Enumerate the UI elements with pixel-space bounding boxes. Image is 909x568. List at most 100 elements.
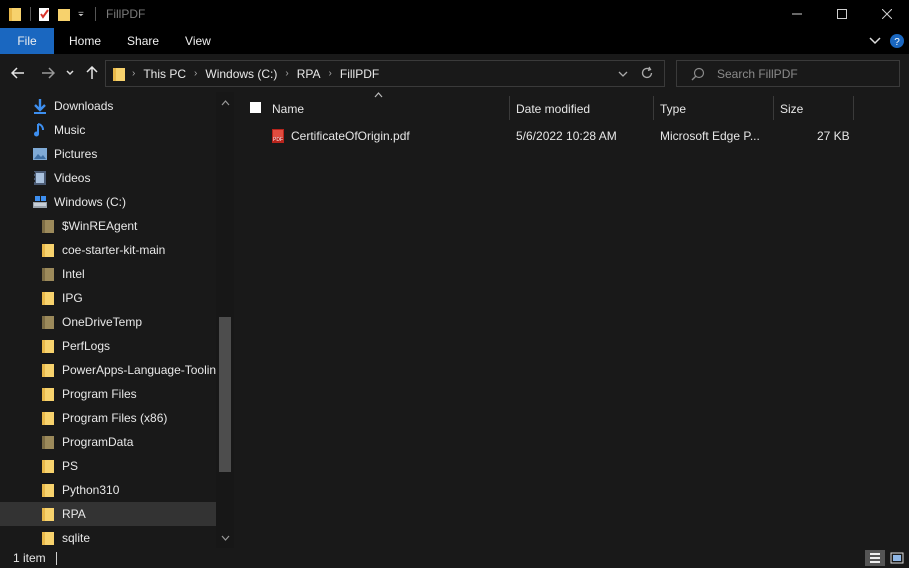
sidebar-item-label: Music xyxy=(54,123,86,137)
sidebar-item-coe-starter-kit-main[interactable]: coe-starter-kit-main xyxy=(0,238,216,262)
new-folder-icon[interactable] xyxy=(57,6,71,22)
sidebar-item-onedrivetemp[interactable]: OneDriveTemp xyxy=(0,310,216,334)
file-row[interactable]: PDF CertificateOfOrigin.pdf 5/6/2022 10:… xyxy=(236,124,909,148)
svg-text:PDF: PDF xyxy=(273,137,283,143)
sidebar-item-label: sqlite xyxy=(62,531,91,545)
sidebar-item-downloads[interactable]: Downloads xyxy=(0,94,216,118)
column-header-date-modified[interactable]: Date modified xyxy=(516,96,652,122)
sidebar-item-pictures[interactable]: Pictures xyxy=(0,142,216,166)
customize-toolbar-icon[interactable] xyxy=(77,6,87,22)
column-divider[interactable] xyxy=(853,96,854,120)
folder-icon xyxy=(40,266,56,282)
breadcrumb-this-pc[interactable]: This PC xyxy=(137,67,192,81)
sidebar-item-sqlite[interactable]: sqlite xyxy=(0,526,216,548)
svg-text:?: ? xyxy=(894,37,900,48)
sidebar-item-ps[interactable]: PS xyxy=(0,454,216,478)
close-icon xyxy=(881,9,892,19)
scroll-up-button[interactable] xyxy=(216,94,234,112)
tab-home[interactable]: Home xyxy=(54,28,114,54)
sidebar-item-label: $WinREAgent xyxy=(62,219,138,233)
chevron-right-icon[interactable]: › xyxy=(192,68,199,79)
search-box[interactable] xyxy=(676,60,900,87)
back-arrow-icon xyxy=(11,67,24,79)
column-header-type[interactable]: Type xyxy=(660,96,772,122)
sidebar-item-label: Downloads xyxy=(54,99,114,113)
details-view-button[interactable] xyxy=(865,550,885,566)
close-button[interactable] xyxy=(864,0,909,28)
window-title: FillPDF xyxy=(106,7,146,21)
forward-button[interactable] xyxy=(38,62,58,84)
status-bar: 1 item xyxy=(0,548,909,568)
folder-icon xyxy=(40,506,56,522)
tab-file[interactable]: File xyxy=(0,28,54,54)
sidebar-item-intel[interactable]: Intel xyxy=(0,262,216,286)
sidebar-item-label: Python310 xyxy=(62,483,120,497)
sidebar-item-label: Intel xyxy=(62,267,85,281)
sidebar-item-winreagent[interactable]: $WinREAgent xyxy=(0,214,216,238)
search-input[interactable] xyxy=(717,66,897,81)
videos-icon xyxy=(32,170,48,186)
breadcrumb-fillpdf[interactable]: FillPDF xyxy=(334,67,385,81)
sidebar-item-programdata[interactable]: ProgramData xyxy=(0,430,216,454)
sidebar-item-videos[interactable]: Videos xyxy=(0,166,216,190)
navigation-pane: Downloads Music Pictures Videos Windows (C:)… xyxy=(0,92,234,548)
recent-locations-button[interactable] xyxy=(62,62,78,84)
sidebar-item-windows-c[interactable]: Windows (C:) xyxy=(0,190,216,214)
help-icon[interactable]: ? xyxy=(889,33,905,49)
music-note-icon xyxy=(32,122,48,138)
refresh-button[interactable] xyxy=(640,66,654,83)
sidebar-item-python310[interactable]: Python310 xyxy=(0,478,216,502)
column-header-size[interactable]: Size xyxy=(780,96,852,122)
column-divider[interactable] xyxy=(773,96,774,120)
sidebar-item-perflogs[interactable]: PerfLogs xyxy=(0,334,216,358)
chevron-up-icon xyxy=(221,100,229,106)
expand-ribbon-icon[interactable] xyxy=(869,37,881,45)
select-all-checkbox[interactable] xyxy=(250,102,261,113)
folder-icon xyxy=(40,482,56,498)
column-divider[interactable] xyxy=(509,96,510,120)
sidebar-item-powerapps-language-tooling[interactable]: PowerApps-Language-Tooling xyxy=(0,358,216,382)
column-divider[interactable] xyxy=(653,96,654,120)
sidebar-item-label: OneDriveTemp xyxy=(62,315,143,329)
folder-icon xyxy=(40,458,56,474)
sidebar-item-label: Program Files xyxy=(62,387,137,401)
folder-icon xyxy=(40,314,56,330)
scroll-down-button[interactable] xyxy=(216,529,234,547)
sidebar-item-label: PowerApps-Language-Tooling xyxy=(62,363,216,377)
scroll-thumb[interactable] xyxy=(219,317,231,472)
sidebar-item-label: PerfLogs xyxy=(62,339,111,353)
sidebar-item-program-files-x86[interactable]: Program Files (x86) xyxy=(0,406,216,430)
minimize-button[interactable] xyxy=(774,0,819,28)
chevron-right-icon[interactable]: › xyxy=(283,68,290,79)
address-dropdown-button[interactable] xyxy=(618,67,628,81)
column-header-name[interactable]: Name xyxy=(272,96,508,122)
sidebar-item-program-files[interactable]: Program Files xyxy=(0,382,216,406)
folder-icon xyxy=(40,218,56,234)
sidebar-item-label: Videos xyxy=(54,171,91,185)
sidebar-item-music[interactable]: Music xyxy=(0,118,216,142)
file-name-cell[interactable]: PDF CertificateOfOrigin.pdf xyxy=(270,124,410,148)
tab-share[interactable]: Share xyxy=(114,28,172,54)
sidebar-item-label: Pictures xyxy=(54,147,98,161)
breadcrumb-rpa[interactable]: RPA xyxy=(291,67,327,81)
chevron-right-icon[interactable]: › xyxy=(327,68,334,79)
maximize-button[interactable] xyxy=(819,0,864,28)
large-icons-view-button[interactable] xyxy=(887,550,907,566)
sidebar-item-label: coe-starter-kit-main xyxy=(62,243,166,257)
forward-arrow-icon xyxy=(42,67,55,79)
nav-scrollbar[interactable] xyxy=(216,92,234,548)
file-date-cell: 5/6/2022 10:28 AM xyxy=(516,129,617,143)
sidebar-item-label: ProgramData xyxy=(62,435,134,449)
tab-view[interactable]: View xyxy=(172,28,224,54)
sidebar-item-rpa[interactable]: RPA xyxy=(0,502,216,526)
ribbon-controls: ? xyxy=(869,28,905,54)
breadcrumb-windows-c[interactable]: Windows (C:) xyxy=(199,67,283,81)
properties-icon[interactable] xyxy=(37,6,51,22)
back-button[interactable] xyxy=(8,62,28,84)
pdf-file-icon: PDF xyxy=(272,129,284,143)
up-button[interactable] xyxy=(82,62,102,84)
chevron-right-icon[interactable]: › xyxy=(130,68,137,79)
address-bar[interactable]: › This PC › Windows (C:) › RPA › FillPDF xyxy=(105,60,665,87)
sidebar-item-label: Program Files (x86) xyxy=(62,411,168,425)
sidebar-item-ipg[interactable]: IPG xyxy=(0,286,216,310)
